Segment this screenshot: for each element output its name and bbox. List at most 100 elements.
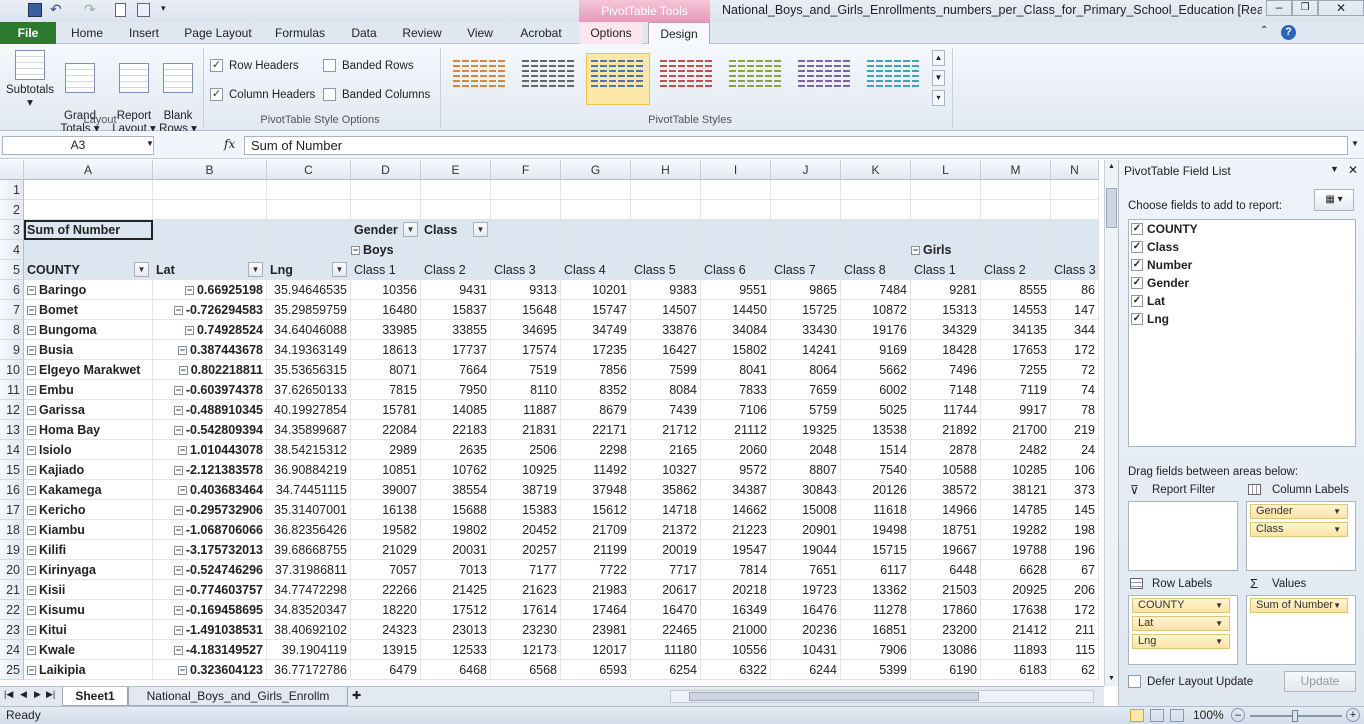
value-cell[interactable]: 38719 <box>491 480 561 500</box>
county-cell[interactable]: − Kajiado <box>24 460 153 480</box>
cell[interactable] <box>561 240 631 260</box>
value-cell[interactable]: 39007 <box>351 480 421 500</box>
last-sheet-icon[interactable]: ▶| <box>46 689 55 700</box>
row-header[interactable]: 15 <box>0 460 24 480</box>
county-cell[interactable]: − Kakamega <box>24 480 153 500</box>
row-header[interactable]: 10 <box>0 360 24 380</box>
cell[interactable] <box>561 220 631 240</box>
county-cell[interactable]: − Bomet <box>24 300 153 320</box>
column-header[interactable]: I <box>701 160 771 180</box>
class-column-header[interactable]: Class 3 <box>1051 260 1099 280</box>
row-header[interactable]: 25 <box>0 660 24 680</box>
blank-rows-button[interactable]: Blank Rows ▾ <box>152 48 204 135</box>
sheet-tab-data[interactable]: National_Boys_and_Girls_Enrollm <box>128 687 348 706</box>
value-cell[interactable]: 7496 <box>911 360 981 380</box>
pivot-style-purple[interactable] <box>793 53 857 105</box>
value-cell[interactable]: 9313 <box>491 280 561 300</box>
lng-cell[interactable]: 35.29859759 <box>267 300 351 320</box>
pivot-style-green[interactable] <box>724 53 788 105</box>
value-cell[interactable]: 2989 <box>351 440 421 460</box>
cell[interactable] <box>911 180 981 200</box>
scroll-up-icon[interactable]: ▲ <box>1105 160 1118 174</box>
pivot-title[interactable]: Sum of Number <box>24 220 267 240</box>
class-column-header[interactable]: Class 6 <box>701 260 771 280</box>
value-cell[interactable]: 19802 <box>421 520 491 540</box>
value-cell[interactable]: 198 <box>1051 520 1099 540</box>
column-header[interactable]: H <box>631 160 701 180</box>
value-cell[interactable]: 10201 <box>561 280 631 300</box>
value-cell[interactable]: 33985 <box>351 320 421 340</box>
defer-layout-checkbox[interactable]: Defer Layout Update <box>1128 674 1253 690</box>
value-cell[interactable]: 8064 <box>771 360 841 380</box>
value-cell[interactable]: 13538 <box>841 420 911 440</box>
cell[interactable] <box>24 180 153 200</box>
collapse-icon[interactable]: − <box>178 446 187 455</box>
cell[interactable] <box>491 200 561 220</box>
value-cell[interactable]: 20126 <box>841 480 911 500</box>
lat-cell[interactable]: −0.387443678 <box>153 340 267 360</box>
class-column-header[interactable]: Class 2 <box>981 260 1051 280</box>
value-cell[interactable]: 62 <box>1051 660 1099 680</box>
lat-cell[interactable]: −0.802218811 <box>153 360 267 380</box>
value-cell[interactable]: 7833 <box>701 380 771 400</box>
value-cell[interactable]: 72 <box>1051 360 1099 380</box>
value-cell[interactable]: 9383 <box>631 280 701 300</box>
value-cell[interactable]: 22183 <box>421 420 491 440</box>
value-cell[interactable]: 22465 <box>631 620 701 640</box>
collapse-icon[interactable]: − <box>173 626 183 635</box>
value-cell[interactable]: 19044 <box>771 540 841 560</box>
value-cell[interactable]: 13086 <box>911 640 981 660</box>
value-cell[interactable]: 21425 <box>421 580 491 600</box>
row-header[interactable]: 22 <box>0 600 24 620</box>
value-cell[interactable]: 7722 <box>561 560 631 580</box>
value-cell[interactable]: 22171 <box>561 420 631 440</box>
lng-cell[interactable]: 36.90884219 <box>267 460 351 480</box>
value-cell[interactable]: 14662 <box>701 500 771 520</box>
pivot-style-gray[interactable] <box>517 53 581 105</box>
value-cell[interactable]: 5759 <box>771 400 841 420</box>
cell[interactable] <box>841 240 911 260</box>
value-cell[interactable]: 16427 <box>631 340 701 360</box>
cell[interactable] <box>421 240 491 260</box>
boys-group-header[interactable]: − Boys <box>351 240 421 260</box>
value-cell[interactable]: 34387 <box>701 480 771 500</box>
collapse-icon[interactable]: − <box>178 666 187 675</box>
cell[interactable] <box>631 240 701 260</box>
lng-cell[interactable]: 36.77172786 <box>267 660 351 680</box>
value-cell[interactable]: 7177 <box>491 560 561 580</box>
pivot-style-blue-selected[interactable] <box>586 53 650 105</box>
print-preview-icon[interactable] <box>137 3 150 17</box>
value-cell[interactable]: 38572 <box>911 480 981 500</box>
cell[interactable] <box>351 200 421 220</box>
value-cell[interactable]: 373 <box>1051 480 1099 500</box>
value-cell[interactable]: 23230 <box>491 620 561 640</box>
value-cell[interactable]: 2635 <box>421 440 491 460</box>
value-cell[interactable]: 7439 <box>631 400 701 420</box>
worksheet-grid[interactable]: A B C D E F G H I J K L M N 1 2 3 4 5 6 7 8 9 10 11 12 13 14 15 16 17 1… <box>0 160 1104 686</box>
value-cell[interactable]: 10925 <box>491 460 561 480</box>
value-cell[interactable]: 7255 <box>981 360 1051 380</box>
insert-sheet-icon[interactable]: ✚ <box>352 689 361 702</box>
value-cell[interactable]: 21709 <box>561 520 631 540</box>
value-cell[interactable]: 19667 <box>911 540 981 560</box>
lng-cell[interactable]: 34.35899687 <box>267 420 351 440</box>
value-cell[interactable]: 6254 <box>631 660 701 680</box>
class-column-header[interactable]: Class 3 <box>491 260 561 280</box>
collapse-icon[interactable]: − <box>173 566 183 575</box>
value-cell[interactable]: 9572 <box>701 460 771 480</box>
row-header[interactable]: 18 <box>0 520 24 540</box>
close-window-icon[interactable]: ✕ <box>1318 0 1364 16</box>
county-cell[interactable]: − Elgeyo Marakwet <box>24 360 153 380</box>
value-cell[interactable]: 33430 <box>771 320 841 340</box>
value-cell[interactable]: 8807 <box>771 460 841 480</box>
expand-formula-icon[interactable]: ▼ <box>1351 139 1359 148</box>
value-cell[interactable]: 21112 <box>701 420 771 440</box>
value-cell[interactable]: 17737 <box>421 340 491 360</box>
value-cell[interactable]: 20218 <box>701 580 771 600</box>
lng-cell[interactable]: 40.19927854 <box>267 400 351 420</box>
value-cell[interactable]: 34084 <box>701 320 771 340</box>
value-cell[interactable]: 11744 <box>911 400 981 420</box>
row-header[interactable]: 5 <box>0 260 24 280</box>
save-icon[interactable] <box>28 3 42 17</box>
county-cell[interactable]: − Kitui <box>24 620 153 640</box>
